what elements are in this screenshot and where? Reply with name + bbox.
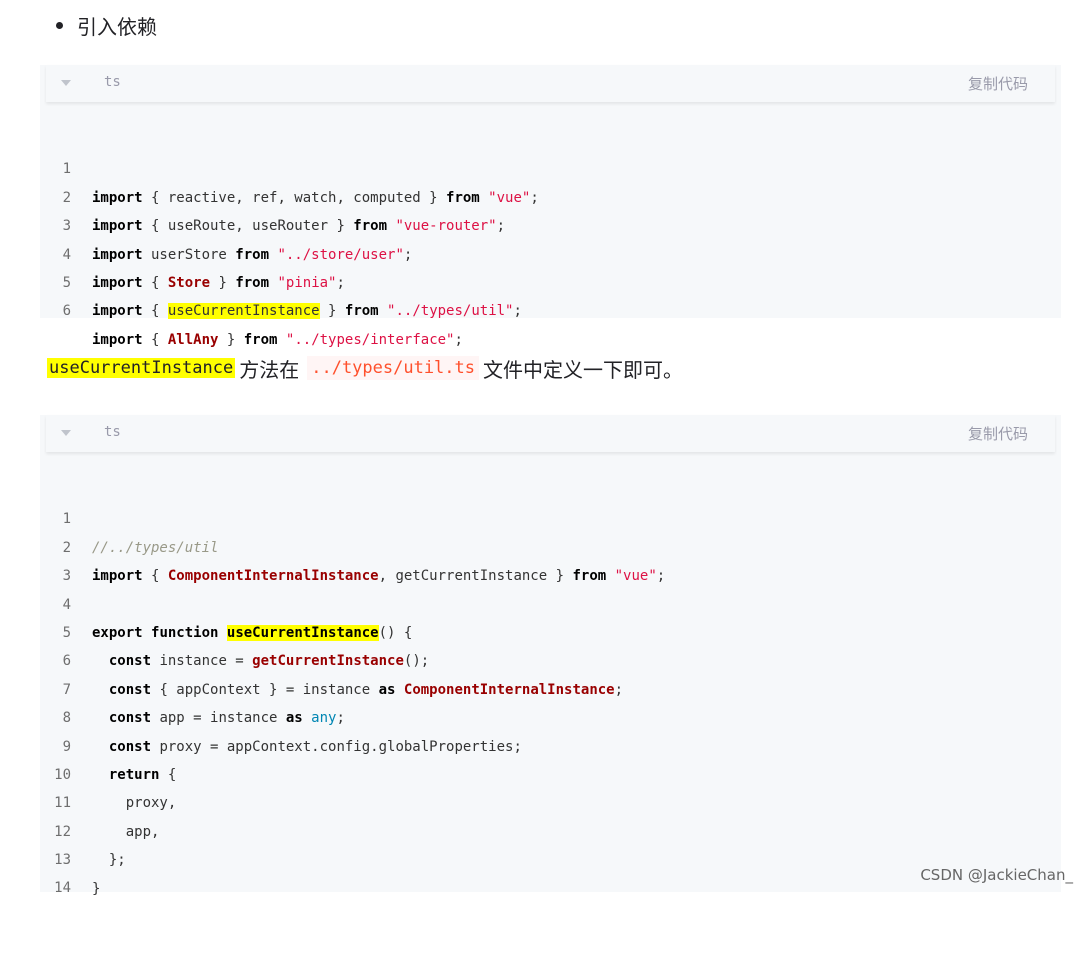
code-line: 14 bbox=[40, 846, 1061, 896]
code-line: 11 app, bbox=[40, 761, 1061, 839]
line-code: import { useCurrentInstance } from "../t… bbox=[92, 297, 522, 325]
code-line: 12 }; bbox=[40, 789, 1061, 868]
paragraph-text: 文件中定义一下即可。 bbox=[483, 357, 683, 382]
code-token: from bbox=[243, 331, 278, 348]
code-line: 4 import { Store } from "pinia"; bbox=[40, 212, 1061, 291]
description-paragraph: useCurrentInstance 方法在 ../types/util.ts … bbox=[40, 350, 683, 386]
code-token: import bbox=[92, 331, 143, 348]
code-line: 5 const instance = getCurrentInstance(); bbox=[40, 591, 1061, 669]
code-line: 3 import userStore from "../store/user"; bbox=[40, 184, 1061, 262]
bullet-item: 引入依赖 bbox=[56, 8, 157, 42]
code-token: from bbox=[344, 303, 379, 320]
code-block-1: ts 复制代码 1 import { reactive, ref, watch,… bbox=[40, 65, 1061, 348]
code-line: 3 bbox=[40, 534, 1061, 584]
code-token: ; bbox=[454, 331, 463, 348]
collapse-caret-icon[interactable] bbox=[61, 80, 71, 86]
code-line: 9 return { bbox=[40, 704, 1061, 783]
code-line: 4 export function useCurrentInstance() { bbox=[40, 562, 1061, 641]
bullet-dot bbox=[56, 21, 63, 29]
code-line: 1 //../types/util bbox=[40, 477, 1061, 555]
line-code: } bbox=[92, 880, 101, 897]
code-language: ts bbox=[104, 74, 121, 90]
inline-highlighted-code: useCurrentInstance bbox=[47, 358, 236, 378]
code-token: AllAny bbox=[167, 331, 219, 348]
bullet-text: 引入依赖 bbox=[77, 14, 157, 39]
code-token: "../types/util" bbox=[387, 303, 514, 320]
inline-code: ../types/util.ts bbox=[307, 356, 479, 380]
code-line: 10 proxy, bbox=[40, 733, 1061, 811]
code-line: 6 import { AllAny } from "../types/inter… bbox=[40, 269, 1061, 347]
code-line: 1 import { reactive, ref, watch, compute… bbox=[40, 127, 1061, 205]
code-token: { bbox=[142, 331, 168, 348]
code-line: 2 import { ComponentInternalInstance, ge… bbox=[40, 505, 1061, 584]
code-block-header: ts 复制代码 bbox=[46, 415, 1055, 452]
code-language: ts bbox=[104, 424, 121, 440]
code-line: 2 import { useRoute, useRouter } from "v… bbox=[40, 155, 1061, 234]
code-token: } bbox=[218, 331, 244, 348]
code-line: 7 const app = instance as any; bbox=[40, 647, 1061, 726]
code-token: ; bbox=[513, 303, 522, 320]
code-token: import bbox=[92, 303, 143, 320]
watermark: CSDN @JackieChan_ bbox=[920, 866, 1073, 884]
code-token: { bbox=[142, 303, 168, 320]
code-lines: 1 //../types/util 2 import { ComponentIn… bbox=[40, 477, 1061, 896]
line-number: 6 bbox=[62, 303, 71, 320]
code-line: 6 const { appContext } = instance as Com… bbox=[40, 619, 1061, 697]
code-block-2: ts 复制代码 1 //../types/util 2 import { Com… bbox=[40, 415, 1061, 897]
code-block-header: ts 复制代码 bbox=[46, 65, 1055, 102]
code-token: "../types/interface" bbox=[285, 331, 455, 348]
code-line: 8 const proxy = appContext.config.global… bbox=[40, 676, 1061, 754]
copy-code-button[interactable]: 复制代码 bbox=[968, 73, 1028, 94]
paragraph-text: 方法在 bbox=[239, 357, 300, 382]
copy-code-button[interactable]: 复制代码 bbox=[968, 423, 1028, 444]
code-lines: 1 import { reactive, ref, watch, compute… bbox=[40, 127, 1061, 347]
code-line: 5 import { useCurrentInstance } from "..… bbox=[40, 241, 1061, 320]
collapse-caret-icon[interactable] bbox=[61, 430, 71, 436]
code-line: 13 } bbox=[40, 818, 1061, 896]
line-number: 14 bbox=[54, 880, 71, 897]
code-token: } bbox=[319, 303, 345, 320]
highlighted-code-token: useCurrentInstance bbox=[167, 303, 320, 320]
